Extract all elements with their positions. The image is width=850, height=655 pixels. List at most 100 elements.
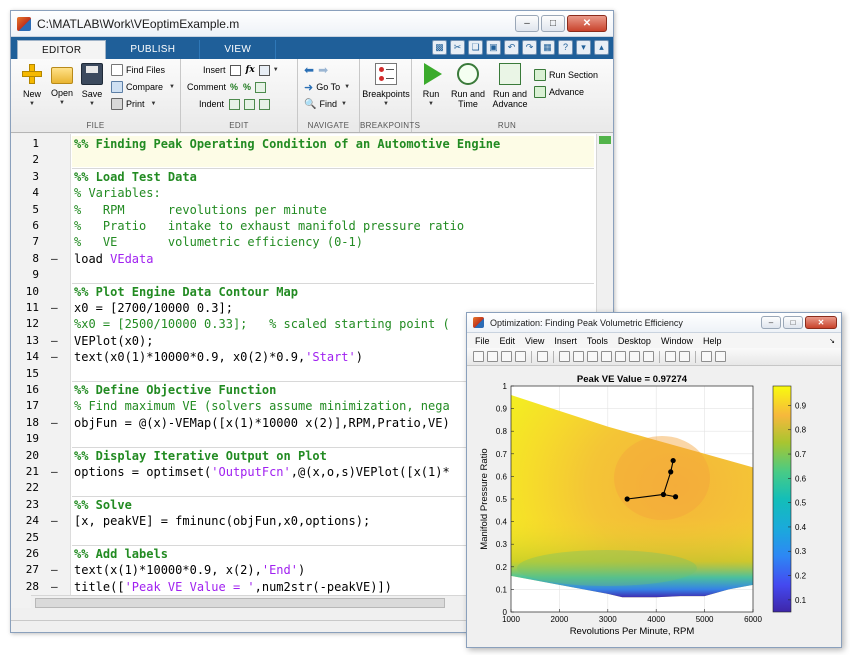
breakpoint-marker[interactable]: — (51, 464, 61, 480)
code-text[interactable]: %% Define Objective Function (74, 382, 276, 398)
code-text[interactable]: %% Solve (74, 497, 132, 513)
show-tools-icon[interactable] (715, 351, 726, 362)
indent-button[interactable]: Indent (199, 97, 271, 111)
run-button[interactable]: Run ▼ (416, 63, 446, 109)
figure-maximize-button[interactable]: □ (783, 316, 803, 329)
code-line[interactable]: 5 % RPM revolutions per minute (11, 202, 596, 218)
tab-view[interactable]: VIEW (200, 40, 277, 59)
figure-minimize-button[interactable]: – (761, 316, 781, 329)
fx-icon[interactable]: fx (246, 65, 255, 75)
insert-function-icon[interactable] (258, 64, 270, 76)
line-number[interactable]: 24 (11, 513, 39, 529)
colorbar-icon[interactable] (665, 351, 676, 362)
print-icon[interactable] (515, 351, 526, 362)
code-text[interactable]: load VEdata (74, 251, 153, 267)
code-text[interactable]: % Pratio intake to exhaust manifold pres… (74, 218, 464, 234)
code-line[interactable]: 10 %% Plot Engine Data Contour Map (11, 284, 596, 300)
quick-save-icon[interactable]: ▩ (432, 40, 447, 55)
line-number[interactable]: 21 (11, 464, 39, 480)
code-text[interactable]: options = optimset('OutputFcn',@(x,o,s)V… (74, 464, 450, 480)
new-button[interactable]: New ▼ (17, 63, 47, 109)
maximize-button[interactable]: □ (541, 15, 565, 32)
line-number[interactable]: 7 (11, 234, 39, 250)
back-forward-buttons[interactable]: ⬅ ➡ (304, 63, 328, 77)
line-number[interactable]: 12 (11, 316, 39, 332)
code-analyzer-indicator[interactable] (599, 136, 611, 144)
menu-desktop[interactable]: Desktop (618, 336, 651, 346)
quick-cut-icon[interactable]: ✂ (450, 40, 465, 55)
pan-icon[interactable] (587, 351, 598, 362)
zoom-out-icon[interactable] (573, 351, 584, 362)
line-number[interactable]: 13 (11, 333, 39, 349)
line-number[interactable]: 5 (11, 202, 39, 218)
line-number[interactable]: 28 (11, 579, 39, 595)
code-line[interactable]: 1 %% Finding Peak Operating Condition of … (11, 136, 596, 152)
line-number[interactable]: 20 (11, 448, 39, 464)
line-number[interactable]: 8 (11, 251, 39, 267)
data-cursor-icon[interactable] (615, 351, 626, 362)
menu-edit[interactable]: Edit (500, 336, 516, 346)
comment-button[interactable]: Comment % % (187, 80, 267, 94)
find-files-button[interactable]: Find Files (111, 63, 165, 77)
code-text[interactable]: [x, peakVE] = fminunc(objFun,x0,options)… (74, 513, 370, 529)
breakpoint-marker[interactable]: — (51, 251, 61, 267)
line-number[interactable]: 18 (11, 415, 39, 431)
legend-icon[interactable] (679, 351, 690, 362)
save-button[interactable]: Save ▼ (77, 63, 107, 109)
quick-paste-icon[interactable]: ▣ (486, 40, 501, 55)
brush-icon[interactable] (629, 351, 640, 362)
code-text[interactable]: % VE volumetric efficiency (0-1) (74, 234, 363, 250)
code-text[interactable]: %x0 = [2500/10000 0.33]; % scaled starti… (74, 316, 450, 332)
code-text[interactable]: %% Finding Peak Operating Condition of a… (74, 136, 500, 152)
quick-copy-icon[interactable]: ❏ (468, 40, 483, 55)
line-number[interactable]: 6 (11, 218, 39, 234)
tab-editor[interactable]: EDITOR (17, 40, 107, 59)
breakpoint-marker[interactable]: — (51, 415, 61, 431)
rotate-icon[interactable] (601, 351, 612, 362)
tab-publish[interactable]: PUBLISH (106, 40, 201, 59)
line-number[interactable]: 23 (11, 497, 39, 513)
wrap-comments-icon[interactable] (255, 81, 267, 93)
line-number[interactable]: 3 (11, 169, 39, 185)
iteration-point[interactable] (670, 457, 676, 464)
menu-file[interactable]: File (475, 336, 490, 346)
code-line[interactable]: 9 (11, 267, 596, 283)
hide-tools-icon[interactable] (701, 351, 712, 362)
run-and-advance-button[interactable]: Run and Advance (490, 63, 530, 109)
code-text[interactable]: title(['Peak VE Value = ',num2str(-peakV… (74, 579, 392, 595)
figure-close-button[interactable]: ✕ (805, 316, 837, 329)
menu-tools[interactable]: Tools (587, 336, 608, 346)
minimize-button[interactable]: – (515, 15, 539, 32)
new-figure-icon[interactable] (473, 351, 484, 362)
redo-icon[interactable]: ↷ (522, 40, 537, 55)
code-text[interactable]: % Find maximum VE (solvers assume minimi… (74, 398, 450, 414)
code-text[interactable]: VEPlot(x0); (74, 333, 153, 349)
line-number[interactable]: 10 (11, 284, 39, 300)
zoom-in-icon[interactable] (559, 351, 570, 362)
collapse-toolstrip-icon[interactable]: ▴ (594, 40, 609, 55)
code-text[interactable]: %% Display Iterative Output on Plot (74, 448, 327, 464)
help-icon[interactable]: ? (558, 40, 573, 55)
code-text[interactable]: x0 = [2700/10000 0.3]; (74, 300, 233, 316)
code-text[interactable]: objFun = @(x)-VEMap([x(1)*10000 x(2)],RP… (74, 415, 450, 431)
line-number[interactable]: 16 (11, 382, 39, 398)
expand-options-icon[interactable]: ▾ (576, 40, 591, 55)
breakpoints-button[interactable]: Breakpoints ▼ (362, 63, 410, 109)
code-text[interactable]: %% Plot Engine Data Contour Map (74, 284, 298, 300)
iteration-point[interactable] (672, 494, 679, 500)
find-button[interactable]: 🔍 Find ▼ (304, 97, 347, 111)
code-text[interactable]: %% Load Test Data (74, 169, 197, 185)
iteration-point[interactable] (660, 491, 667, 498)
link-icon[interactable] (643, 351, 654, 362)
ve-contour-chart[interactable]: 1000 2000 3000 4000 5000 6000 00.10.20.30.40.… (467, 368, 841, 647)
code-line[interactable]: 6 % Pratio intake to exhaust manifold pre… (11, 218, 596, 234)
decrease-indent-icon[interactable] (259, 98, 271, 110)
line-number[interactable]: 26 (11, 546, 39, 562)
pointer-icon[interactable] (537, 351, 548, 362)
line-number[interactable]: 4 (11, 185, 39, 201)
undo-icon[interactable]: ↶ (504, 40, 519, 55)
line-number[interactable]: 27 (11, 562, 39, 578)
line-number[interactable]: 11 (11, 300, 39, 316)
compare-button[interactable]: Compare ▼ (111, 80, 175, 94)
menu-help[interactable]: Help (703, 336, 722, 346)
